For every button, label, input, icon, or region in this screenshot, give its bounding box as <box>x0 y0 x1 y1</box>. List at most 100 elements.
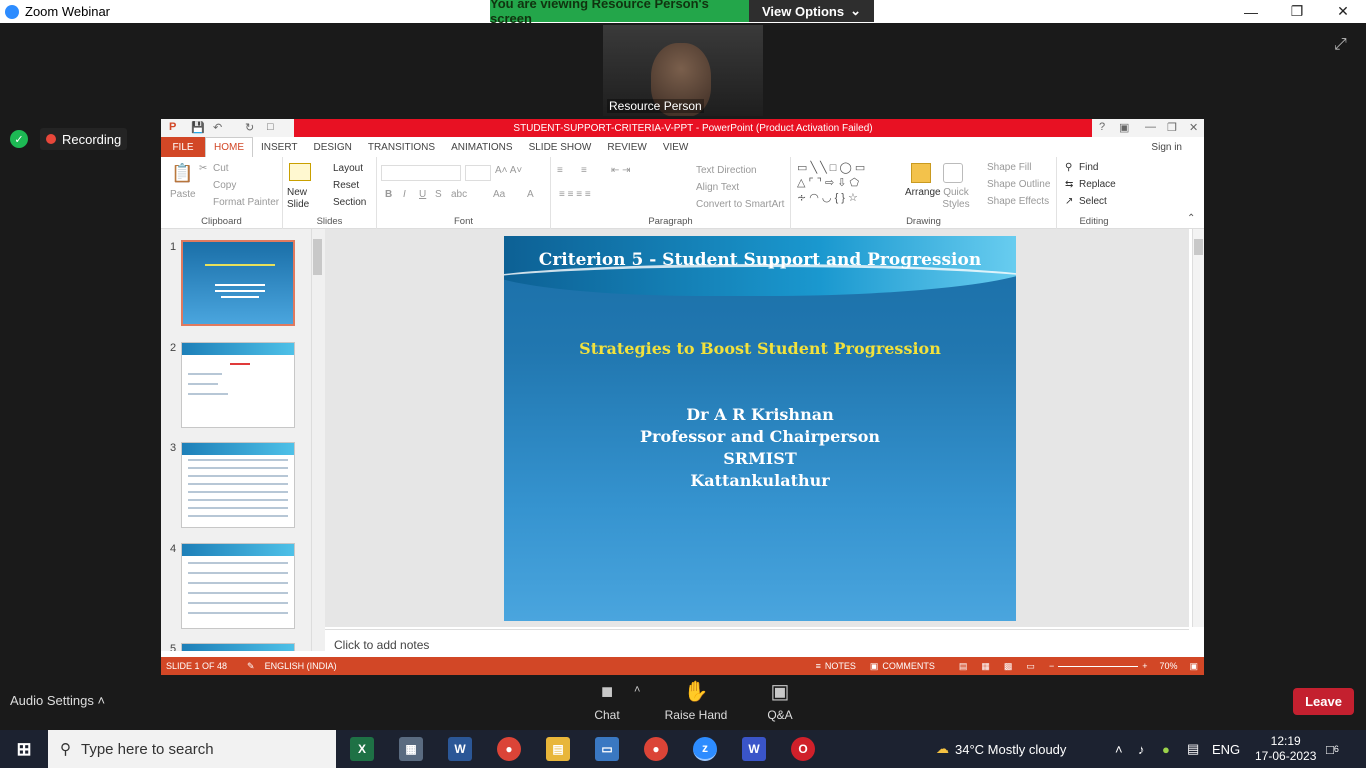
scroll-thumb[interactable] <box>1194 239 1203 255</box>
italic-icon[interactable]: I <box>403 189 406 200</box>
layout-button[interactable]: Layout <box>333 163 363 174</box>
strikethrough-icon[interactable]: abc <box>451 189 467 200</box>
change-case-icon[interactable]: Aa <box>493 189 505 200</box>
language-indicator[interactable]: ENG <box>1212 730 1240 768</box>
underline-icon[interactable]: U <box>419 189 426 200</box>
tab-animations[interactable]: ANIMATIONS <box>443 137 520 157</box>
align-left-icon[interactable]: ≡ ≡ ≡ ≡ <box>559 189 591 200</box>
shadow-icon[interactable]: S <box>435 189 442 200</box>
tab-design[interactable]: DESIGN <box>306 137 360 157</box>
section-button[interactable]: Section <box>333 197 366 208</box>
shape-outline-button[interactable]: Shape Outline <box>987 179 1050 190</box>
redo-icon[interactable]: ↻ <box>245 121 254 134</box>
slide-sorter-icon[interactable]: ▦ <box>981 661 990 672</box>
minimize-button[interactable]: — <box>1228 0 1274 23</box>
save-icon[interactable]: 💾 <box>191 121 205 134</box>
shape-effects-button[interactable]: Shape Effects <box>987 196 1049 207</box>
font-size-select[interactable] <box>465 165 491 181</box>
chat-button[interactable]: ■ Chat <box>585 676 629 730</box>
help-icon[interactable]: ? <box>1099 121 1105 133</box>
shapes-gallery[interactable]: ▭ ╲ ╲ □ ◯ ▭ △ ⌜ ⌝ ⇨ ⇩ ⬠ ∻ ◠ ◡ { } ☆ <box>797 161 901 205</box>
notes-input[interactable]: Click to add notes <box>325 629 1189 657</box>
language-label[interactable]: ENGLISH (INDIA) <box>265 661 337 671</box>
new-slide-button[interactable]: New Slide <box>287 187 313 211</box>
fullscreen-icon[interactable]: ⤢ <box>1334 36 1347 54</box>
slideshow-view-icon[interactable]: ▭ <box>1026 661 1035 672</box>
spellcheck-icon[interactable]: ✎ <box>247 661 255 672</box>
close-button[interactable]: ✕ <box>1320 0 1366 23</box>
app-tray-icon[interactable]: ● <box>1162 730 1170 768</box>
zoom-slider[interactable] <box>1058 665 1139 667</box>
tab-file[interactable]: FILE <box>161 137 205 157</box>
notes-button[interactable]: NOTES <box>825 661 856 671</box>
tab-view[interactable]: VIEW <box>655 137 697 157</box>
current-slide[interactable]: Criterion 5 - Student Support and Progre… <box>504 236 1016 621</box>
collapse-ribbon-icon[interactable]: ⌃ <box>1187 213 1195 224</box>
normal-view-icon[interactable]: ▤ <box>959 661 968 672</box>
tab-insert[interactable]: INSERT <box>253 137 306 157</box>
network-icon[interactable]: ▤ <box>1187 730 1199 768</box>
qa-button[interactable]: ▣ Q&A <box>760 676 800 730</box>
ppt-minimize-icon[interactable]: — <box>1145 121 1156 133</box>
thumbnail-scrollbar[interactable] <box>311 229 323 651</box>
reading-view-icon[interactable]: ▩ <box>1004 661 1013 672</box>
notifications-icon[interactable]: □ 6 <box>1326 730 1339 768</box>
chrome-icon[interactable]: ● <box>497 737 521 761</box>
format-painter-button[interactable]: Format Painter <box>213 197 279 208</box>
restore-button[interactable]: ❐ <box>1274 0 1320 23</box>
video-tile[interactable]: Resource Person <box>603 25 763 116</box>
clock[interactable]: 12:19 17-06-2023 <box>1255 730 1316 768</box>
slide-thumbnail-4[interactable] <box>181 543 295 629</box>
copy-button[interactable]: Copy <box>213 180 236 191</box>
slide-thumbnail-1[interactable] <box>181 240 295 326</box>
replace-button[interactable]: Replace <box>1079 179 1116 190</box>
file-explorer-icon[interactable]: ▤ <box>546 737 570 761</box>
ppt-restore-icon[interactable]: ❐ <box>1167 121 1177 134</box>
find-button[interactable]: Find <box>1079 162 1098 173</box>
bullets-icon[interactable]: ≡ <box>557 165 563 176</box>
paste-button[interactable]: Paste <box>170 189 196 200</box>
slide-thumbnail-5[interactable] <box>181 643 295 651</box>
raise-hand-button[interactable]: ✋ Raise Hand <box>662 676 730 730</box>
recording-indicator[interactable]: Recording <box>40 128 128 150</box>
grow-font-icon[interactable]: A˄ A˅ <box>495 165 522 176</box>
undo-icon[interactable]: ↶ <box>213 121 222 134</box>
font-name-select[interactable] <box>381 165 461 181</box>
excel-icon[interactable]: X <box>350 737 374 761</box>
opera-icon[interactable]: O <box>791 737 815 761</box>
cut-button[interactable]: Cut <box>213 163 229 174</box>
tab-slide-show[interactable]: SLIDE SHOW <box>521 137 600 157</box>
fit-slide-icon[interactable]: ▣ <box>1189 661 1198 672</box>
volume-icon[interactable]: ♪ <box>1138 730 1145 768</box>
slide-thumbnail-3[interactable] <box>181 442 295 528</box>
windows-start-icon[interactable]: ⊞ <box>12 737 36 761</box>
tab-transitions[interactable]: TRANSITIONS <box>360 137 443 157</box>
app-icon[interactable]: ▭ <box>595 737 619 761</box>
numbering-icon[interactable]: ≡ <box>581 165 587 176</box>
scroll-thumb[interactable] <box>313 239 322 275</box>
calculator-icon[interactable]: ▦ <box>399 737 423 761</box>
zoom-level[interactable]: 70% <box>1159 661 1177 671</box>
tab-review[interactable]: REVIEW <box>599 137 654 157</box>
chat-options-chevron-icon[interactable]: ˄ <box>634 684 640 696</box>
ppt-close-icon[interactable]: ✕ <box>1189 121 1198 134</box>
comments-button[interactable]: COMMENTS <box>882 661 935 671</box>
leave-button[interactable]: Leave <box>1293 688 1354 715</box>
indent-icon[interactable]: ⇤ ⇥ <box>611 165 631 176</box>
reset-button[interactable]: Reset <box>333 180 359 191</box>
arrange-button[interactable]: Arrange <box>905 187 941 198</box>
align-text-button[interactable]: Align Text <box>696 182 739 193</box>
zoom-out-icon[interactable]: − <box>1049 661 1054 671</box>
weather-widget[interactable]: ☁ 34°C Mostly cloudy <box>936 730 1066 768</box>
start-slideshow-icon[interactable]: □ <box>267 121 274 133</box>
quick-styles-button[interactable]: Quick Styles <box>941 187 971 211</box>
convert-smartart-button[interactable]: Convert to SmartArt <box>696 199 784 210</box>
show-hidden-icons-icon[interactable]: ˄ <box>1115 730 1123 768</box>
word-icon[interactable]: W <box>448 737 472 761</box>
ribbon-display-icon[interactable]: ▣ <box>1119 121 1129 134</box>
security-shield-icon[interactable]: ✓ <box>10 130 28 148</box>
bold-icon[interactable]: B <box>385 189 392 200</box>
select-button[interactable]: Select <box>1079 196 1107 207</box>
font-color-icon[interactable]: A <box>527 189 534 200</box>
taskbar-search[interactable]: ⚲ Type here to search <box>48 730 336 768</box>
